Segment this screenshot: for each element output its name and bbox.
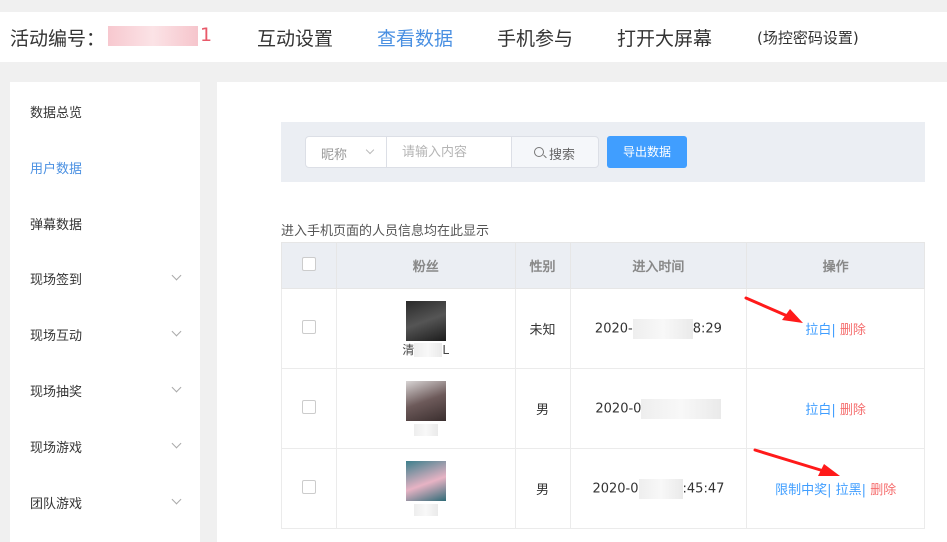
- search-field-select[interactable]: 昵称: [305, 136, 387, 168]
- event-number-value: 1: [108, 24, 216, 46]
- redacted-time: [638, 478, 683, 499]
- nav-open-big-screen[interactable]: 打开大屏幕: [617, 24, 712, 51]
- row-checkbox[interactable]: [301, 479, 316, 494]
- avatar: [405, 380, 446, 421]
- sidebar: 数据总览 用户数据 弹幕数据 现场签到 现场互动 现场抽奖 现场游戏 团队游戏: [10, 82, 200, 542]
- fan-cell: [335, 448, 516, 529]
- top-bar: 活动编号： 1 互动设置 查看数据 手机参与 打开大屏幕 (场控密码设置): [0, 12, 947, 62]
- header-actions: 操作: [746, 242, 925, 289]
- search-icon: [534, 147, 544, 157]
- nav-view-data[interactable]: 查看数据: [377, 24, 453, 51]
- nav-control-password-settings[interactable]: (场控密码设置): [757, 27, 859, 48]
- sidebar-item-onsite-lottery[interactable]: 现场抽奖: [30, 381, 182, 400]
- row-checkbox-cell: [281, 288, 337, 369]
- table-header-row: 粉丝 性别 进入时间 操作: [281, 242, 925, 289]
- sidebar-item-team-games[interactable]: 团队游戏: [30, 493, 182, 512]
- chevron-down-icon: [171, 270, 182, 281]
- redacted-time: [641, 398, 722, 419]
- nickname: [337, 423, 515, 437]
- select-all-checkbox[interactable]: [301, 256, 316, 271]
- nav-interaction-settings[interactable]: 互动设置: [257, 24, 333, 51]
- user-data-table: 粉丝 性别 进入时间 操作 清L 未知 2020- 8:29 拉白| 删除 男 …: [281, 242, 925, 529]
- blacklist-link[interactable]: 拉黑: [836, 483, 862, 498]
- entry-time-cell: 2020- 8:29: [569, 288, 748, 369]
- nickname: [337, 503, 515, 517]
- chevron-down-icon: [171, 494, 182, 505]
- chevron-down-icon: [171, 326, 182, 337]
- fan-cell: 清L: [335, 288, 516, 369]
- chevron-down-icon: [171, 438, 182, 449]
- actions-cell: 限制中奖| 拉黑| 删除: [746, 448, 925, 529]
- main-content: 昵称 搜索 导出数据 进入手机页面的人员信息均在此显示 粉丝 性别 进入时间 操…: [217, 82, 947, 542]
- limit-winning-link[interactable]: 限制中奖: [775, 483, 827, 498]
- actions-cell: 拉白| 删除: [746, 288, 925, 369]
- entry-time-cell: 2020-0: [569, 368, 748, 449]
- sidebar-item-user-data[interactable]: 用户数据: [30, 158, 180, 177]
- header-entry-time: 进入时间: [569, 242, 748, 289]
- chevron-down-icon: [365, 145, 375, 155]
- table-hint: 进入手机页面的人员信息均在此显示: [281, 224, 490, 239]
- redacted-event-id: [108, 25, 198, 46]
- chevron-down-icon: [171, 382, 182, 393]
- delete-link[interactable]: 删除: [840, 323, 866, 338]
- sidebar-item-onsite-checkin[interactable]: 现场签到: [30, 269, 182, 288]
- avatar: [405, 460, 446, 501]
- filter-panel: 昵称 搜索 导出数据: [281, 122, 925, 182]
- fan-cell: [335, 368, 516, 449]
- entry-time-cell: 2020-0:45:47: [569, 448, 748, 529]
- export-data-button[interactable]: 导出数据: [607, 136, 687, 168]
- sidebar-item-danmaku-data[interactable]: 弹幕数据: [30, 214, 180, 233]
- table-row: 男 2020-0:45:47 限制中奖| 拉黑| 删除: [281, 448, 925, 529]
- gender-cell: 男: [514, 448, 571, 529]
- redacted-nickname: [413, 504, 438, 516]
- header-select-all: [281, 242, 337, 289]
- avatar: [405, 300, 446, 341]
- delete-link[interactable]: 删除: [870, 483, 896, 498]
- gender-cell: 未知: [514, 288, 571, 369]
- delete-link[interactable]: 删除: [840, 403, 866, 418]
- row-checkbox[interactable]: [301, 399, 316, 414]
- row-checkbox-cell: [281, 368, 337, 449]
- nickname: 清L: [402, 342, 450, 357]
- actions-cell: 拉白| 删除: [746, 368, 925, 449]
- table-row: 清L 未知 2020- 8:29 拉白| 删除: [281, 288, 925, 369]
- whitelist-link[interactable]: 拉白: [805, 323, 831, 338]
- sidebar-item-onsite-interaction[interactable]: 现场互动: [30, 325, 182, 344]
- row-checkbox-cell: [281, 448, 337, 529]
- whitelist-link[interactable]: 拉白: [805, 403, 831, 418]
- header-fans: 粉丝: [335, 242, 516, 289]
- gender-cell: 男: [514, 368, 571, 449]
- sidebar-item-data-overview[interactable]: 数据总览: [30, 102, 180, 121]
- search-button[interactable]: 搜索: [511, 136, 599, 168]
- redacted-time: [632, 318, 693, 339]
- redacted-nickname: [414, 343, 443, 357]
- search-input[interactable]: [386, 136, 512, 168]
- sidebar-item-onsite-games[interactable]: 现场游戏: [30, 437, 182, 456]
- redacted-nickname: [413, 424, 438, 436]
- table-row: 男 2020-0 拉白| 删除: [281, 368, 925, 449]
- row-checkbox[interactable]: [301, 319, 316, 334]
- event-number-label: 活动编号：: [10, 28, 106, 50]
- header-gender: 性别: [514, 242, 571, 289]
- nav-mobile-participation[interactable]: 手机参与: [497, 24, 573, 51]
